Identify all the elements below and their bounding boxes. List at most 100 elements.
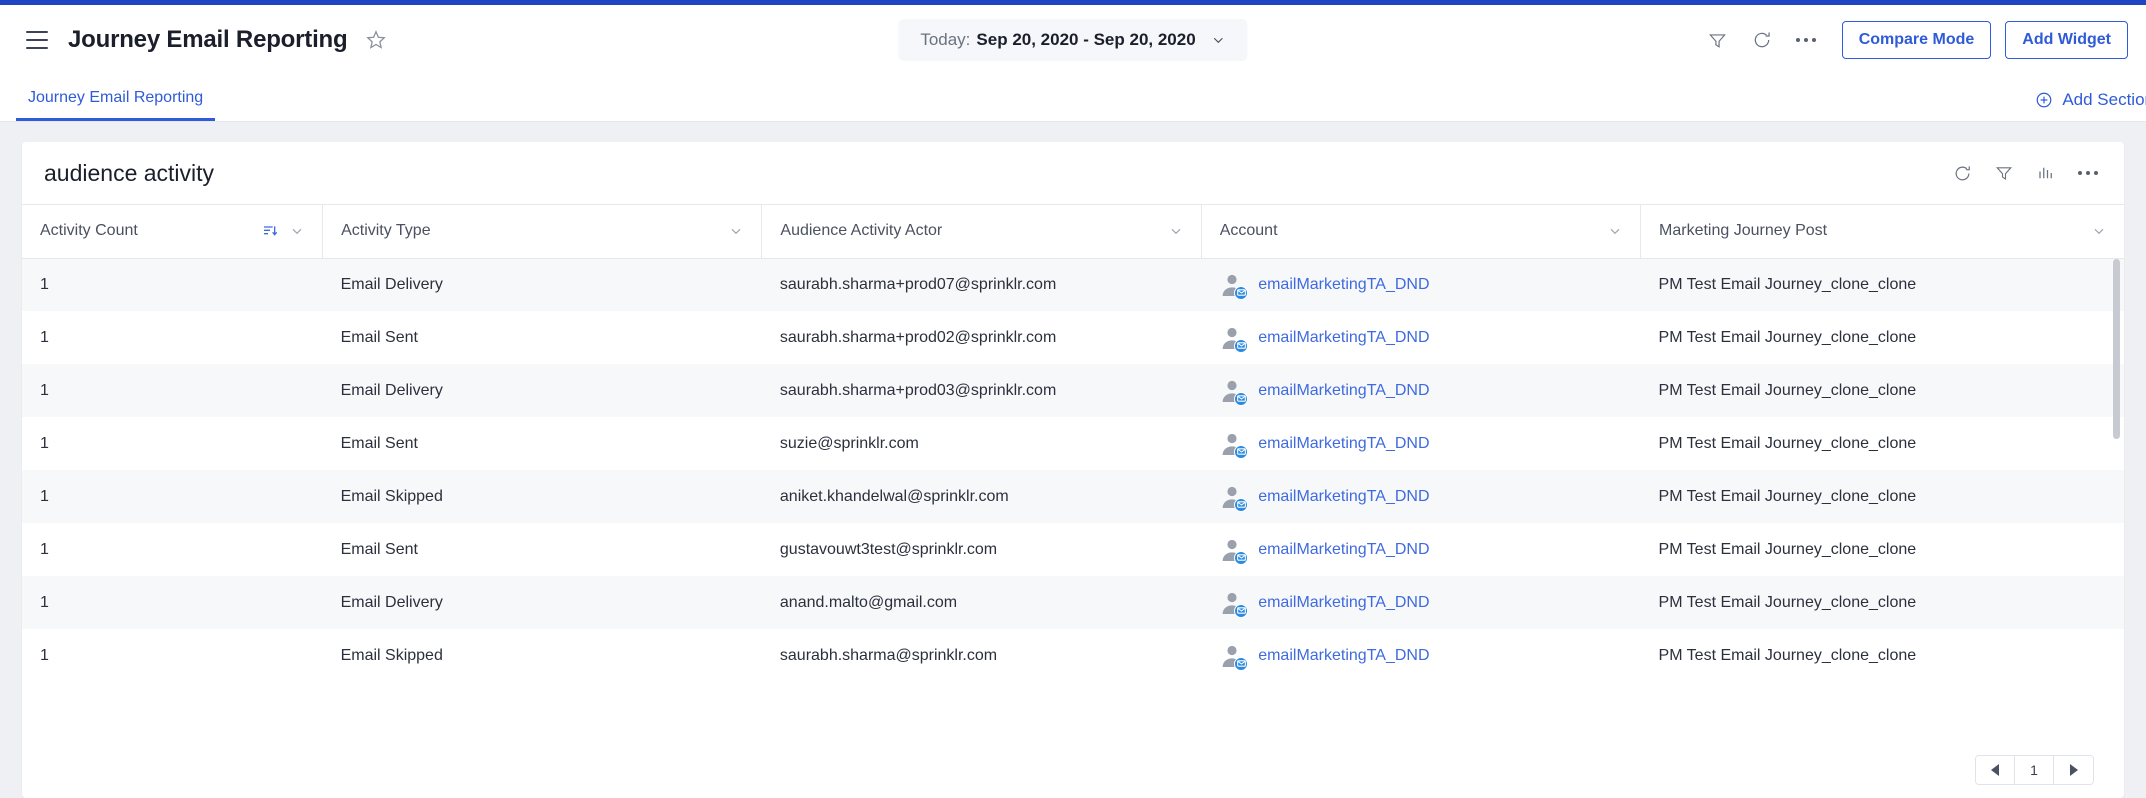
- user-avatar-email-icon: [1219, 378, 1249, 406]
- top-bar: Journey Email Reporting Today: Sep 20, 2…: [0, 5, 2146, 75]
- table-row[interactable]: 1 Email Delivery saurabh.sharma+prod03@s…: [22, 364, 2124, 417]
- ellipsis-icon[interactable]: [1784, 18, 1828, 62]
- sort-descending-icon[interactable]: [262, 223, 278, 239]
- cell-account: emailMarketingTA_DND: [1201, 364, 1641, 417]
- table-row[interactable]: 1 Email Delivery saurabh.sharma+prod07@s…: [22, 258, 2124, 311]
- user-avatar-email-icon: [1219, 272, 1249, 300]
- table-header-row: Activity Count Activity Type Audience Ac…: [22, 205, 2124, 259]
- cell-actor: suzie@sprinklr.com: [761, 417, 1202, 470]
- account-link[interactable]: emailMarketingTA_DND: [1258, 435, 1429, 453]
- cell-account: emailMarketingTA_DND: [1201, 417, 1641, 470]
- date-range-picker[interactable]: Today: Sep 20, 2020 - Sep 20, 2020: [898, 19, 1248, 61]
- add-section-button[interactable]: Add Section: [2035, 90, 2146, 110]
- cell-activity-type: Email Delivery: [322, 576, 762, 629]
- table-row[interactable]: 1 Email Skipped saurabh.sharma@sprinklr.…: [22, 629, 2124, 682]
- chevron-down-icon[interactable]: [290, 224, 304, 238]
- pagination-next-button[interactable]: [2054, 756, 2093, 784]
- column-label: Account: [1219, 222, 1278, 240]
- cell-activity-type: Email Sent: [322, 311, 762, 364]
- user-avatar-email-icon: [1219, 431, 1249, 459]
- cell-account: emailMarketingTA_DND: [1201, 629, 1641, 682]
- audience-activity-table: Activity Count Activity Type Audience Ac…: [22, 205, 2124, 682]
- chevron-down-icon[interactable]: [2092, 224, 2106, 238]
- cell-journey-post: PM Test Email Journey_clone_clone: [1640, 311, 2124, 364]
- cell-account: emailMarketingTA_DND: [1201, 523, 1641, 576]
- user-avatar-email-icon: [1219, 484, 1249, 512]
- table-row[interactable]: 1 Email Delivery anand.malto@gmail.com e…: [22, 576, 2124, 629]
- scrollbar-thumb[interactable]: [2113, 259, 2120, 439]
- chevron-down-icon[interactable]: [729, 224, 743, 238]
- refresh-icon[interactable]: [1948, 159, 1976, 187]
- cell-account: emailMarketingTA_DND: [1201, 258, 1641, 311]
- table-body: 1 Email Delivery saurabh.sharma+prod07@s…: [22, 258, 2124, 682]
- widget-footer: 1: [22, 742, 2124, 798]
- cell-activity-count: 1: [22, 258, 323, 311]
- account-link[interactable]: emailMarketingTA_DND: [1258, 276, 1429, 294]
- table-vertical-scrollbar[interactable]: [2113, 259, 2120, 739]
- chevron-down-icon[interactable]: [1608, 224, 1622, 238]
- ellipsis-icon[interactable]: [2074, 159, 2102, 187]
- top-bar-actions: Compare Mode Add Widget: [1696, 18, 2128, 62]
- column-header-activity-count[interactable]: Activity Count: [22, 205, 324, 259]
- table-row[interactable]: 1 Email Sent saurabh.sharma+prod02@sprin…: [22, 311, 2124, 364]
- user-avatar-email-icon: [1219, 537, 1249, 565]
- pagination-current-page[interactable]: 1: [2015, 756, 2054, 784]
- cell-actor: aniket.khandelwal@sprinklr.com: [761, 470, 1202, 523]
- account-link[interactable]: emailMarketingTA_DND: [1258, 541, 1429, 559]
- cell-account: emailMarketingTA_DND: [1201, 311, 1641, 364]
- cell-activity-count: 1: [22, 364, 323, 417]
- cell-journey-post: PM Test Email Journey_clone_clone: [1640, 470, 2124, 523]
- filter-icon[interactable]: [1990, 159, 2018, 187]
- column-header-activity-type[interactable]: Activity Type: [322, 205, 763, 259]
- widget-header: audience activity: [22, 142, 2124, 204]
- table-row[interactable]: 1 Email Sent gustavouwt3test@sprinklr.co…: [22, 523, 2124, 576]
- widget-audience-activity: audience activity Activity Count Activit…: [22, 142, 2124, 798]
- account-link[interactable]: emailMarketingTA_DND: [1258, 594, 1429, 612]
- star-icon[interactable]: [363, 27, 389, 53]
- cell-activity-count: 1: [22, 311, 323, 364]
- account-link[interactable]: emailMarketingTA_DND: [1258, 329, 1429, 347]
- table-row[interactable]: 1 Email Sent suzie@sprinklr.com emailMar…: [22, 417, 2124, 470]
- cell-journey-post: PM Test Email Journey_clone_clone: [1640, 629, 2124, 682]
- refresh-icon[interactable]: [1740, 18, 1784, 62]
- cell-activity-count: 1: [22, 470, 323, 523]
- column-header-account[interactable]: Account: [1201, 205, 1642, 259]
- account-link[interactable]: emailMarketingTA_DND: [1258, 382, 1429, 400]
- dashboard-canvas: audience activity Activity Count Activit…: [0, 122, 2146, 798]
- pagination-prev-button[interactable]: [1976, 756, 2015, 784]
- cell-journey-post: PM Test Email Journey_clone_clone: [1640, 417, 2124, 470]
- account-link[interactable]: emailMarketingTA_DND: [1258, 647, 1429, 665]
- tab-bar: Journey Email Reporting Add Section: [0, 75, 2146, 122]
- cell-activity-type: Email Skipped: [322, 470, 762, 523]
- hamburger-icon[interactable]: [20, 23, 54, 57]
- cell-activity-type: Email Delivery: [322, 258, 762, 311]
- pagination: 1: [1975, 755, 2094, 785]
- cell-journey-post: PM Test Email Journey_clone_clone: [1640, 258, 2124, 311]
- compare-mode-button[interactable]: Compare Mode: [1841, 21, 1992, 59]
- column-header-audience-activity-actor[interactable]: Audience Activity Actor: [761, 205, 1202, 259]
- add-section-label: Add Section: [2062, 90, 2146, 109]
- cell-actor: saurabh.sharma+prod07@sprinklr.com: [761, 258, 1202, 311]
- date-range-value: Sep 20, 2020 - Sep 20, 2020: [976, 30, 1196, 49]
- cell-activity-count: 1: [22, 417, 323, 470]
- table-row[interactable]: 1 Email Skipped aniket.khandelwal@sprink…: [22, 470, 2124, 523]
- cell-activity-count: 1: [22, 576, 323, 629]
- filter-icon[interactable]: [1696, 18, 1740, 62]
- cell-activity-type: Email Sent: [322, 523, 762, 576]
- cell-activity-type: Email Skipped: [322, 629, 762, 682]
- bar-chart-icon[interactable]: [2032, 159, 2060, 187]
- tab-journey-email-reporting[interactable]: Journey Email Reporting: [16, 89, 216, 121]
- cell-account: emailMarketingTA_DND: [1201, 470, 1641, 523]
- date-range-label: Today:: [920, 30, 971, 49]
- account-link[interactable]: emailMarketingTA_DND: [1258, 488, 1429, 506]
- plus-circle-icon: [2035, 91, 2053, 109]
- column-header-marketing-journey-post[interactable]: Marketing Journey Post: [1640, 205, 2124, 259]
- cell-actor: gustavouwt3test@sprinklr.com: [761, 523, 1202, 576]
- widget-actions: [1948, 159, 2102, 187]
- column-label: Activity Type: [341, 222, 431, 240]
- cell-journey-post: PM Test Email Journey_clone_clone: [1640, 364, 2124, 417]
- cell-activity-type: Email Delivery: [322, 364, 762, 417]
- chevron-down-icon[interactable]: [1169, 224, 1183, 238]
- add-widget-button[interactable]: Add Widget: [2005, 21, 2128, 59]
- column-label: Audience Activity Actor: [780, 222, 943, 240]
